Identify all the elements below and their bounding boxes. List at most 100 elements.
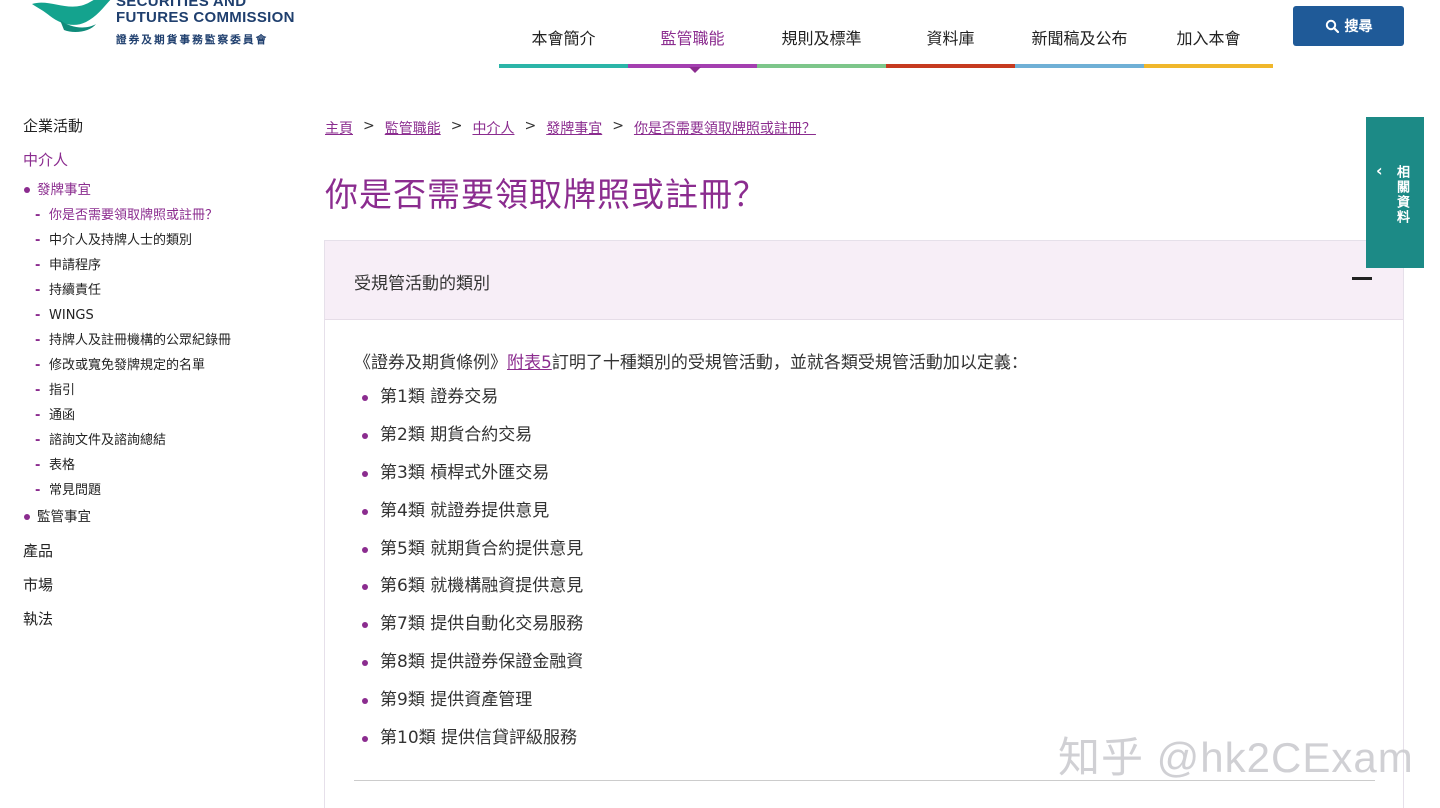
nav-label: 監管職能 [660,29,725,48]
nav-color-bar [757,64,886,68]
sidebar-subitem-label: 持續責任 [49,283,102,298]
bullet-icon [362,698,368,705]
sidebar-subitem[interactable]: - 持牌人及註冊機構的公眾紀錄冊 [23,332,293,357]
dash-icon: - [35,208,41,223]
sidebar-item-intermediaries[interactable]: 中介人 [23,150,293,180]
bullet-icon [362,395,368,401]
accordion-panel: 受規管活動的類別 《證券及期貨條例》附表5訂明了十種類別的受規管活動，並就各類受… [324,240,1404,808]
nav-color-bar [499,64,628,68]
nav-item-join-us[interactable]: 加入本會 [1144,20,1273,68]
bullet-icon [362,736,368,743]
bullet-icon [362,432,368,439]
sidebar-subitem[interactable]: - 常見問題 [23,482,293,507]
breadcrumb-licensing[interactable]: 發牌事宜 [546,118,602,138]
sidebar-subitem-label: 指引 [49,383,76,398]
nav-label: 資料庫 [926,29,975,48]
dash-icon: - [35,308,41,323]
nav-item-rules-standards[interactable]: 規則及標準 [757,20,886,68]
sidebar-item-products[interactable]: 產品 [23,541,293,575]
breadcrumb-home[interactable]: 主頁 [325,118,353,138]
search-label: 搜尋 [1344,19,1373,35]
nav-label: 加入本會 [1176,29,1241,48]
bullet-icon [24,514,30,520]
bullet-icon [362,546,368,553]
list-item-text: 第5類 就期貨合約提供意見 [380,538,584,559]
intro-suffix: 訂明了十種類別的受規管活動，並就各類受規管活動加以定義： [551,353,1028,373]
sidebar-item-licensing[interactable]: 發牌事宜 [23,180,293,207]
list-item: 第1類 證券交易 [362,386,583,424]
breadcrumb-separator: > [450,118,463,134]
sidebar-subitem[interactable]: - 中介人及持牌人士的類別 [23,232,293,257]
bullet-icon [24,187,30,193]
list-item-text: 第1類 證券交易 [380,387,499,407]
sidebar-subitem[interactable]: - WINGS [23,307,293,332]
main-nav: 本會簡介 監管職能 規則及標準 資料庫 新聞稿及公布 加入本會 [499,20,1273,73]
nav-label: 新聞稿及公布 [1031,29,1128,48]
schedule-5-link[interactable]: 附表5 [507,353,552,373]
page-title: 你是否需要領取牌照或註冊？ [325,175,767,214]
nav-label: 本會簡介 [531,29,596,48]
intro-prefix: 《證券及期貨條例》 [354,353,507,373]
collapse-minus-icon[interactable] [1352,277,1372,280]
dash-icon: - [35,383,41,398]
accordion-header[interactable]: 受規管活動的類別 [325,241,1403,320]
sidebar-item-corporate-activities[interactable]: 企業活動 [23,116,293,150]
nav-color-bar [1144,64,1273,68]
list-item-text: 第2類 期貨合約交易 [380,424,533,445]
breadcrumb-separator: > [612,118,624,134]
sfc-logo[interactable]: SECURITIES AND FUTURES COMMISSION 證券及期貨事… [30,0,300,50]
nav-item-regulatory-functions[interactable]: 監管職能 [628,20,757,68]
list-item: 第10類 提供信貸評級服務 [362,727,583,765]
sidebar-item-label: 監管事宜 [37,509,91,525]
nav-item-about[interactable]: 本會簡介 [499,20,628,68]
sidebar-subitem[interactable]: - 你是否需要領取牌照或註冊？ [23,207,293,232]
nav-item-news[interactable]: 新聞稿及公布 [1015,20,1144,68]
search-button[interactable]: 搜尋 [1293,6,1404,46]
list-item: 第7類 提供自動化交易服務 [362,613,583,651]
sidebar-subitem[interactable]: - 諮詢文件及諮詢總結 [23,432,293,457]
bullet-icon [362,584,368,591]
sidebar-item-label: 發牌事宜 [37,182,91,198]
sidebar-item-markets[interactable]: 市場 [23,575,293,609]
dash-icon: - [35,358,41,373]
sidebar-subitem-label: WINGS [49,308,94,323]
sidebar-subitem-label: 持牌人及註冊機構的公眾紀錄冊 [49,333,232,348]
list-item-text: 第4類 就證券提供意見 [380,500,550,521]
sidebar-subitem-label: 表格 [49,458,76,473]
eagle-logo-icon [32,0,111,32]
bullet-icon [362,470,368,477]
sidebar-subitem-label: 你是否需要領取牌照或註冊？ [49,208,219,223]
breadcrumb-regulatory-functions[interactable]: 監管職能 [385,118,441,138]
sidebar-subitem-label: 常見問題 [49,483,102,498]
sidebar-subitem[interactable]: - 指引 [23,382,293,407]
sidebar-item-enforcement[interactable]: 執法 [23,609,293,643]
nav-color-bar [1015,64,1144,68]
logo-text-chinese: 證券及期貨事務監察委員會 [116,34,269,46]
watermark: 知乎 @hk2CExam [1058,734,1414,781]
breadcrumb-current[interactable]: 你是否需要領取牌照或註冊？ [634,118,816,138]
sidebar-subitem[interactable]: - 持續責任 [23,282,293,307]
sidebar-subitem[interactable]: - 表格 [23,457,293,482]
sidebar-subitem[interactable]: - 通函 [23,407,293,432]
nav-label: 規則及標準 [781,29,862,48]
sidebar-subitem[interactable]: - 修改或寬免發牌規定的名單 [23,357,293,382]
regulated-activity-list: 第1類 證券交易 第2類 期貨合約交易 第3類 槓桿式外匯交易 第4類 就證券提… [362,386,583,765]
chevron-left-icon: ‹ [1376,161,1383,180]
dash-icon: - [35,233,41,248]
nav-item-database[interactable]: 資料庫 [886,20,1015,68]
sidebar-subitem-label: 諮詢文件及諮詢總結 [49,433,167,448]
breadcrumb-separator: > [524,118,537,134]
bullet-icon [362,660,368,667]
list-item: 第8類 提供證券保證金融資 [362,651,583,689]
related-info-label: 相關資料 [1394,165,1409,225]
sidebar-item-supervision[interactable]: 監管事宜 [23,507,293,541]
related-info-tab[interactable]: ‹ 相關資料 [1366,117,1424,268]
sidebar-subitem[interactable]: - 申請程序 [23,257,293,282]
breadcrumb-intermediaries[interactable]: 中介人 [472,118,514,138]
nav-color-bar [886,64,1015,68]
sidebar-subitem-label: 通函 [49,408,76,423]
list-item: 第5類 就期貨合約提供意見 [362,538,583,576]
active-nav-caret-icon [689,67,701,73]
list-item: 第2類 期貨合約交易 [362,424,583,462]
accordion-title: 受規管活動的類別 [354,274,490,294]
